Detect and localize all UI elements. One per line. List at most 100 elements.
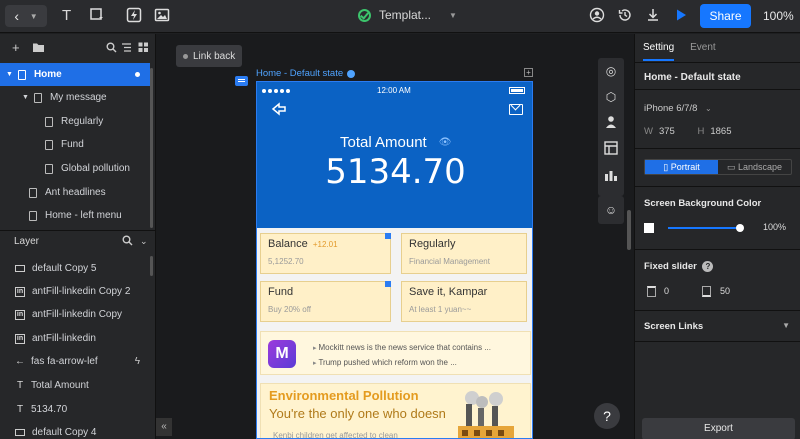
collapse-panel-button[interactable]: « bbox=[156, 418, 172, 436]
chevron-down-icon[interactable]: ⌄ bbox=[140, 236, 148, 247]
news-item[interactable]: Trump pushed which reform won the ... bbox=[313, 358, 456, 367]
page-item-my-message[interactable]: ▼ My message bbox=[0, 86, 150, 109]
layer-item[interactable]: in antFill-linkedin bbox=[0, 327, 150, 350]
page-item-home[interactable]: ▼ Home bbox=[0, 63, 150, 86]
device-select[interactable]: iPhone 6/7/8 ⌄ bbox=[644, 103, 712, 114]
news-item[interactable]: Mockitt news is the news service that co… bbox=[313, 343, 491, 352]
page-item-global-pollution[interactable]: Global pollution bbox=[0, 157, 150, 180]
tab-setting[interactable]: Setting bbox=[643, 42, 675, 61]
list-view-icon[interactable] bbox=[121, 41, 132, 56]
balance-card[interactable]: Balance +12.01 5,1252.70 bbox=[260, 233, 391, 274]
page-icon bbox=[45, 139, 53, 150]
grid-view-icon[interactable] bbox=[138, 41, 149, 56]
width-field[interactable]: 375 bbox=[659, 126, 675, 137]
emoji-icon[interactable]: ☺ bbox=[598, 196, 624, 224]
canvas-scrollbar[interactable] bbox=[627, 210, 631, 250]
state-tag-icon[interactable] bbox=[235, 76, 248, 86]
zoom-level[interactable]: 100% bbox=[763, 9, 794, 23]
expand-arrow-icon[interactable]: ▼ bbox=[22, 94, 29, 101]
card-title-text: Balance bbox=[268, 238, 308, 250]
page-item-fund[interactable]: Fund bbox=[0, 133, 150, 156]
link-back-button[interactable]: Link back bbox=[176, 45, 242, 67]
back-menu-button[interactable]: ‹ ▼ bbox=[5, 5, 47, 27]
page-item-ant-headlines[interactable]: Ant headlines bbox=[0, 181, 150, 204]
linkedin-icon: in bbox=[15, 309, 25, 320]
environment-banner[interactable]: Environmental Pollution You're the only … bbox=[260, 383, 531, 438]
tab-event[interactable]: Event bbox=[690, 42, 716, 61]
user-icon[interactable] bbox=[588, 7, 606, 25]
gear-icon[interactable] bbox=[347, 69, 356, 78]
add-state-icon[interactable]: + bbox=[524, 68, 533, 77]
properties-panel: Setting Event Home - Default state iPhon… bbox=[634, 34, 800, 439]
design-canvas[interactable]: Link back Home - Default state + 12:00 A… bbox=[156, 34, 634, 439]
layout-icon[interactable] bbox=[603, 141, 619, 157]
page-item-home-left-menu[interactable]: Home - left menu bbox=[0, 204, 150, 227]
project-title-text: Templat... bbox=[379, 8, 432, 22]
color-swatch[interactable] bbox=[644, 223, 654, 233]
pages-scrollbar[interactable] bbox=[150, 68, 153, 228]
layer-item[interactable]: in antFill-linkedin Copy bbox=[0, 303, 150, 326]
text-tool-icon[interactable]: T bbox=[62, 7, 71, 25]
layers-scrollbar[interactable] bbox=[150, 256, 153, 276]
export-button[interactable]: Export bbox=[642, 418, 795, 439]
canvas-side-toolbar: ◎ ⬡ bbox=[598, 58, 624, 196]
fixed-top-value[interactable]: 0 bbox=[664, 286, 669, 296]
chart-icon[interactable] bbox=[603, 168, 619, 184]
width-label: W bbox=[644, 126, 653, 137]
height-field[interactable]: 1865 bbox=[710, 126, 731, 137]
hotspot-marker bbox=[385, 233, 391, 239]
landscape-label: Landscape bbox=[737, 162, 783, 172]
phone-screen[interactable]: 12:00 AM Total Amount 👁 5134.70 Balance … bbox=[256, 81, 533, 439]
state-label[interactable]: Home - Default state bbox=[256, 68, 356, 79]
layer-item[interactable]: ← fas fa-arrow-lef ϟ bbox=[0, 350, 150, 373]
total-amount-label: Total Amount 👁 bbox=[340, 134, 451, 151]
page-item-regularly[interactable]: Regularly bbox=[0, 110, 150, 133]
card-subtitle: Buy 20% off bbox=[268, 305, 311, 314]
screen-links-label[interactable]: Screen Links bbox=[644, 321, 703, 332]
image-tool-icon[interactable] bbox=[154, 7, 170, 28]
regularly-card[interactable]: Regularly Financial Management bbox=[401, 233, 527, 274]
eye-icon[interactable]: 👁 bbox=[439, 137, 452, 148]
target-icon[interactable]: ◎ bbox=[603, 63, 619, 79]
opacity-slider[interactable] bbox=[668, 227, 740, 229]
shape-tool-icon[interactable] bbox=[89, 7, 105, 28]
rectangle-layer-icon bbox=[15, 265, 25, 272]
layer-item[interactable]: T Total Amount bbox=[0, 374, 150, 397]
search-icon[interactable] bbox=[106, 41, 117, 56]
opacity-slider-handle[interactable] bbox=[736, 224, 744, 232]
play-icon[interactable] bbox=[672, 7, 690, 25]
save-card[interactable]: Save it, Kampar At least 1 yuan~~ bbox=[401, 281, 527, 322]
chevron-down-icon[interactable]: ▼ bbox=[782, 321, 790, 330]
expand-arrow-icon[interactable]: ▼ bbox=[6, 71, 13, 78]
add-page-icon[interactable]: + bbox=[12, 40, 20, 55]
history-icon[interactable] bbox=[616, 7, 634, 25]
layer-item-label: fas fa-arrow-lef bbox=[31, 356, 98, 367]
cube-icon[interactable]: ⬡ bbox=[603, 89, 619, 105]
search-icon[interactable] bbox=[122, 235, 133, 249]
layer-header-label: Layer bbox=[14, 236, 40, 247]
layer-item[interactable]: T 5134.70 bbox=[0, 398, 150, 421]
linkedin-icon: in bbox=[15, 333, 25, 344]
fund-card[interactable]: Fund Buy 20% off bbox=[260, 281, 391, 322]
news-panel[interactable]: M Mockitt news is the news service that … bbox=[260, 331, 531, 375]
help-icon[interactable]: ? bbox=[702, 261, 714, 272]
download-icon[interactable] bbox=[644, 7, 662, 25]
folder-icon[interactable] bbox=[32, 41, 45, 56]
component-tool-icon[interactable] bbox=[126, 7, 142, 28]
arrow-left-icon[interactable] bbox=[271, 102, 287, 120]
help-button[interactable]: ? bbox=[594, 403, 620, 429]
person-icon[interactable] bbox=[603, 115, 619, 131]
landscape-option[interactable]: ▭ Landscape bbox=[718, 160, 791, 174]
hotspot-marker bbox=[385, 281, 391, 287]
opacity-value[interactable]: 100% bbox=[763, 222, 786, 232]
layer-item[interactable]: default Copy 4 bbox=[0, 421, 150, 439]
project-title[interactable]: Templat... ▼ bbox=[358, 8, 457, 22]
layer-item[interactable]: default Copy 5 bbox=[0, 257, 150, 280]
portrait-option[interactable]: ▯ Portrait bbox=[645, 160, 718, 174]
fixed-bottom-value[interactable]: 50 bbox=[720, 286, 730, 296]
share-button[interactable]: Share bbox=[700, 4, 751, 28]
mail-icon[interactable] bbox=[509, 104, 523, 115]
banner-title: Environmental Pollution bbox=[269, 388, 419, 403]
layer-item-label: default Copy 5 bbox=[32, 263, 97, 274]
layer-item[interactable]: in antFill-linkedin Copy 2 bbox=[0, 280, 150, 303]
